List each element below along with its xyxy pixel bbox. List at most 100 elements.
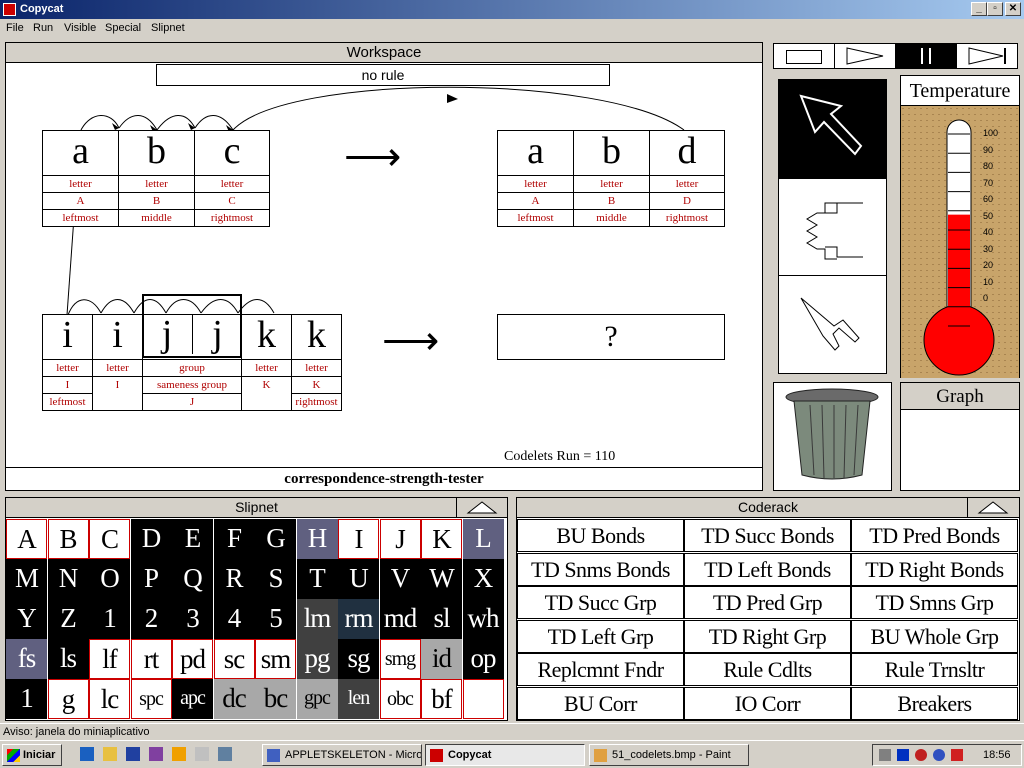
maximize-button[interactable]: ▫ <box>987 2 1003 16</box>
tray-icon[interactable] <box>897 749 909 761</box>
coderack-bin[interactable]: TD Left Grp <box>517 619 684 653</box>
slipnet-node[interactable]: E <box>172 519 213 559</box>
player-icon[interactable] <box>172 747 187 761</box>
coderack-bin[interactable]: Rule Trnsltr <box>851 653 1018 686</box>
slipnet-node[interactable]: A <box>6 519 47 559</box>
word-icon[interactable] <box>126 747 141 761</box>
menu-visible[interactable]: Visible <box>64 22 96 34</box>
slipnet-node[interactable]: C <box>89 519 130 559</box>
slipnet-node[interactable]: Q <box>172 559 213 599</box>
slipnet-node[interactable]: U <box>338 559 379 599</box>
slipnet-node[interactable]: R <box>213 559 255 599</box>
menu-slipnet[interactable]: Slipnet <box>151 22 185 34</box>
slipnet-node[interactable]: Y <box>6 599 47 639</box>
slipnet-node[interactable]: 1 <box>89 599 130 639</box>
slipnet-node[interactable]: X <box>462 559 504 599</box>
step-button[interactable] <box>773 43 835 69</box>
pointer-tool[interactable] <box>779 80 886 178</box>
slipnet-node[interactable]: md <box>379 599 421 639</box>
slipnet-node[interactable]: M <box>6 559 47 599</box>
slipnet-node[interactable]: op <box>462 639 504 679</box>
slipnet-node[interactable]: sl <box>421 599 462 639</box>
coderack-bin[interactable]: IO Corr <box>684 686 851 720</box>
slipnet-node[interactable]: sg <box>338 639 379 679</box>
slipnet-node[interactable]: T <box>296 559 338 599</box>
volume-icon[interactable] <box>879 749 891 761</box>
slipnet-node[interactable]: rt <box>130 639 172 679</box>
slipnet-node[interactable]: I <box>338 519 379 559</box>
slipnet-node[interactable]: dc <box>213 679 255 719</box>
slipnet-node[interactable]: lf <box>89 639 130 679</box>
minimize-button[interactable]: _ <box>971 2 987 16</box>
slipnet-node[interactable]: L <box>462 519 504 559</box>
slipnet-node[interactable]: sm <box>255 639 296 679</box>
coderack-bin[interactable]: TD Pred Bonds <box>851 519 1018 552</box>
spring-tool[interactable] <box>779 178 886 276</box>
slipnet-node[interactable]: ls <box>47 639 89 679</box>
slipnet-collapse-button[interactable] <box>456 498 507 518</box>
slipnet-node[interactable]: K <box>421 519 462 559</box>
slipnet-node[interactable]: gpc <box>296 679 338 719</box>
browser-icon[interactable] <box>80 747 94 761</box>
start-button[interactable]: Iniciar <box>2 744 62 766</box>
slipnet-node[interactable]: 3 <box>172 599 213 639</box>
slipnet-node[interactable]: lm <box>296 599 338 639</box>
slipnet-node[interactable]: P <box>130 559 172 599</box>
slipnet-node[interactable]: 1 <box>6 679 47 719</box>
slipnet-node[interactable]: apc <box>172 679 213 719</box>
slipnet-node[interactable]: lc <box>89 679 130 719</box>
slipnet-node[interactable]: smg <box>379 639 421 679</box>
explorer-icon[interactable] <box>103 747 118 761</box>
shield-icon[interactable] <box>951 749 963 761</box>
slipnet-node[interactable]: B <box>47 519 89 559</box>
coderack-bin[interactable]: Rule Cdlts <box>684 653 851 686</box>
slipnet-node[interactable]: wh <box>462 599 504 639</box>
coderack-bin[interactable]: TD Succ Grp <box>517 586 684 619</box>
play-button[interactable] <box>834 43 896 69</box>
slipnet-node[interactable]: F <box>213 519 255 559</box>
slipnet-node[interactable]: rm <box>338 599 379 639</box>
dropper-tool[interactable] <box>779 276 886 374</box>
task-copycat[interactable]: Copycat <box>425 744 585 766</box>
slipnet-node[interactable]: 4 <box>213 599 255 639</box>
coderack-bin[interactable]: Replcmnt Fndr <box>517 653 684 686</box>
slipnet-node[interactable]: spc <box>130 679 172 719</box>
slipnet-node[interactable]: W <box>421 559 462 599</box>
trash-panel[interactable] <box>773 382 892 491</box>
coderack-bin[interactable]: TD Succ Bonds <box>684 519 851 552</box>
desktop-icon[interactable] <box>218 747 233 761</box>
slipnet-node[interactable]: G <box>255 519 296 559</box>
slipnet-node[interactable]: O <box>89 559 130 599</box>
tray-icon[interactable] <box>933 749 945 761</box>
slipnet-node[interactable]: Z <box>47 599 89 639</box>
media-icon[interactable] <box>149 747 164 761</box>
close-button[interactable]: ✕ <box>1005 2 1021 16</box>
slipnet-node[interactable]: pd <box>172 639 213 679</box>
slipnet-node[interactable]: D <box>130 519 172 559</box>
coderack-bin[interactable]: BU Bonds <box>517 519 684 552</box>
coderack-bin[interactable]: TD Left Bonds <box>684 552 851 586</box>
slipnet-node[interactable]: 5 <box>255 599 296 639</box>
app-icon[interactable] <box>195 747 210 761</box>
slipnet-node[interactable]: obc <box>379 679 421 719</box>
slipnet-node[interactable]: bc <box>255 679 296 719</box>
menu-run[interactable]: Run <box>33 22 53 34</box>
slipnet-node[interactable]: pg <box>296 639 338 679</box>
coderack-bin[interactable]: Breakers <box>851 686 1018 720</box>
coderack-bin[interactable]: TD Right Grp <box>684 619 851 653</box>
task-appletskeleton[interactable]: APPLETSKELETON - Micro... <box>262 744 422 766</box>
slipnet-node[interactable] <box>462 679 504 719</box>
slipnet-node[interactable]: g <box>47 679 89 719</box>
slipnet-node[interactable]: len <box>338 679 379 719</box>
slipnet-node[interactable]: sc <box>213 639 255 679</box>
skip-button[interactable] <box>956 43 1018 69</box>
tray-icon[interactable] <box>915 749 927 761</box>
pause-button[interactable] <box>895 43 957 69</box>
slipnet-node[interactable]: S <box>255 559 296 599</box>
coderack-bin[interactable]: BU Corr <box>517 686 684 720</box>
menu-file[interactable]: File <box>6 22 24 34</box>
coderack-bin[interactable]: TD Right Bonds <box>851 552 1018 586</box>
task-paint[interactable]: 51_codelets.bmp - Paint <box>589 744 749 766</box>
coderack-bin[interactable]: TD Smns Grp <box>851 586 1018 619</box>
coderack-bin[interactable]: BU Whole Grp <box>851 619 1018 653</box>
